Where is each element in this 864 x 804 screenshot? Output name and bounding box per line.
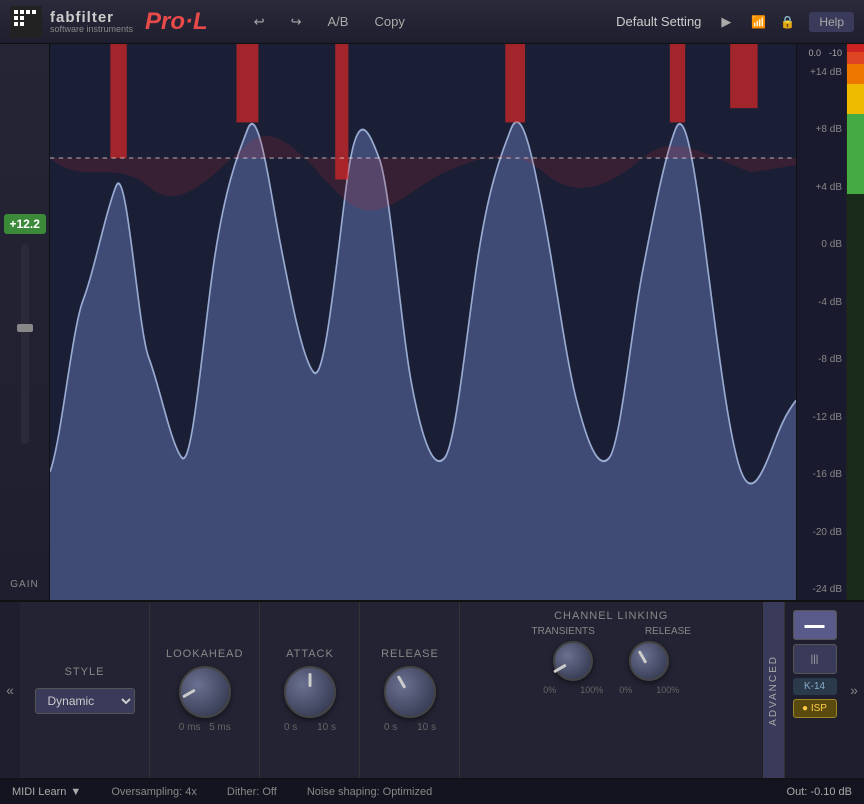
db-8: +8 dB — [801, 124, 842, 135]
isp-badge[interactable]: ● ISP — [793, 699, 837, 718]
attack-knob-wrapper: 0 s 10 s — [284, 666, 336, 733]
transients-end-group: 0% 100% — [619, 641, 679, 695]
db-neg24: -24 dB — [801, 584, 842, 595]
preset-name: Default Setting — [616, 14, 701, 29]
lookahead-label: LOOKAHEAD — [166, 648, 243, 660]
release-range: 0 s 10 s — [384, 722, 436, 733]
header-bar: fabfilter software instruments Pro·L ↩ ↪… — [0, 0, 864, 44]
lock-icon: 🔒 — [780, 15, 795, 29]
logo-area: fabfilter software instruments Pro·L — [10, 6, 208, 38]
db-neg4: -4 dB — [801, 297, 842, 308]
transients-end-range: 0% 100% — [619, 685, 679, 695]
db-0: 0 dB — [801, 239, 842, 250]
attack-section: ATTACK 0 s 10 s — [260, 602, 360, 778]
out-label: Out: — [787, 786, 808, 798]
nav-right-button[interactable]: » — [844, 602, 864, 778]
undo-button[interactable]: ↩ — [248, 12, 271, 32]
release-label: RELEASE — [381, 648, 439, 660]
signal-icon: 📶 — [751, 15, 766, 29]
advanced-tab[interactable]: ADVANCED — [762, 602, 784, 778]
status-bar: MIDI Learn ▼ Oversampling: 4x Dither: Of… — [0, 778, 864, 804]
gain-slider[interactable] — [21, 244, 29, 444]
midi-learn-label: MIDI Learn — [12, 786, 66, 798]
play-button[interactable]: ▶ — [715, 12, 737, 32]
db-4: +4 dB — [801, 182, 842, 193]
release-section: RELEASE 0 s 10 s — [360, 602, 460, 778]
channel-knobs: 0% 100% 0% 100% — [543, 641, 679, 695]
lookahead-knob[interactable] — [179, 666, 231, 718]
db-neg12: -12 dB — [801, 412, 842, 423]
gain-value: +12.2 — [4, 214, 46, 234]
lookahead-range: 0 ms 5 ms — [179, 722, 231, 733]
gain-label: GAIN — [10, 579, 38, 590]
style-section: STYLE Dynamic — [20, 602, 150, 778]
header-right: Default Setting ▶ 📶 🔒 Help — [616, 12, 854, 32]
controls-panel: « STYLE Dynamic LOOKAHEAD 0 ms 5 ms ATTA… — [0, 600, 864, 778]
attack-range: 0 s 10 s — [284, 722, 336, 733]
logo-sub: software instruments — [50, 25, 133, 34]
transients-start-knob[interactable] — [553, 641, 593, 681]
release-sub-label: RELEASE — [645, 626, 691, 637]
out-value: Out: -0.10 dB — [787, 786, 852, 798]
logo-brand: fabfilter — [50, 10, 133, 25]
advanced-label: ADVANCED — [768, 655, 779, 726]
right-panel: ▬▬ ||| K-14 ● ISP — [784, 602, 844, 778]
transients-end-knob[interactable] — [629, 641, 669, 681]
histogram-button[interactable]: ▬▬ — [793, 610, 837, 640]
help-button[interactable]: Help — [809, 12, 854, 32]
attack-knob[interactable] — [284, 666, 336, 718]
attack-label: ATTACK — [286, 648, 334, 660]
out-db-value: -0.10 dB — [810, 786, 852, 798]
waveform-svg — [50, 44, 796, 600]
oversampling-label: Oversampling: 4x — [111, 786, 197, 798]
style-dropdown[interactable]: Dynamic — [35, 688, 135, 714]
logo-product: Pro·L — [145, 8, 208, 36]
redo-button[interactable]: ↪ — [285, 12, 308, 32]
header-controls: ↩ ↪ A/B Copy — [248, 12, 411, 32]
db-14: +14 dB — [801, 67, 842, 78]
midi-learn-arrow: ▼ — [70, 786, 81, 798]
transients-sub-label: TRANSIENTS — [531, 626, 594, 637]
db-neg8: -8 dB — [801, 354, 842, 365]
channel-sub-labels: TRANSIENTS RELEASE — [531, 626, 690, 637]
style-label: STYLE — [65, 666, 105, 678]
waveform-display — [50, 44, 796, 600]
release-knob-wrapper: 0 s 10 s — [384, 666, 436, 733]
gain-slider-thumb[interactable] — [17, 324, 33, 332]
lookahead-section: LOOKAHEAD 0 ms 5 ms — [150, 602, 260, 778]
meter-top-0: 0.0 — [808, 48, 821, 58]
meter-top-10: -10 — [829, 48, 842, 58]
main-area: +12.2 GAIN — [0, 44, 864, 600]
dither-label: Dither: Off — [227, 786, 277, 798]
fabfilter-logo-icon — [10, 6, 42, 38]
nav-left-button[interactable]: « — [0, 602, 20, 778]
copy-button[interactable]: Copy — [368, 12, 410, 31]
vu-meter — [846, 44, 864, 600]
noise-shaping-label: Noise shaping: Optimized — [307, 786, 432, 798]
gain-sidebar: +12.2 GAIN — [0, 44, 50, 600]
db-scale: 0.0 -10 +14 dB +8 dB +4 dB 0 dB -4 dB -8… — [796, 44, 846, 600]
k14-badge: K-14 — [793, 678, 837, 695]
bar-meter-button[interactable]: ||| — [793, 644, 837, 674]
ab-button[interactable]: A/B — [322, 12, 355, 31]
midi-learn-button[interactable]: MIDI Learn ▼ — [12, 786, 81, 798]
release-knob[interactable] — [384, 666, 436, 718]
db-neg16: -16 dB — [801, 469, 842, 480]
lookahead-knob-wrapper: 0 ms 5 ms — [179, 666, 231, 733]
transients-start-group: 0% 100% — [543, 641, 603, 695]
channel-label: CHANNEL LINKING — [554, 610, 668, 622]
transients-start-range: 0% 100% — [543, 685, 603, 695]
db-neg20: -20 dB — [801, 527, 842, 538]
channel-section: CHANNEL LINKING TRANSIENTS RELEASE 0% 10… — [460, 602, 762, 778]
